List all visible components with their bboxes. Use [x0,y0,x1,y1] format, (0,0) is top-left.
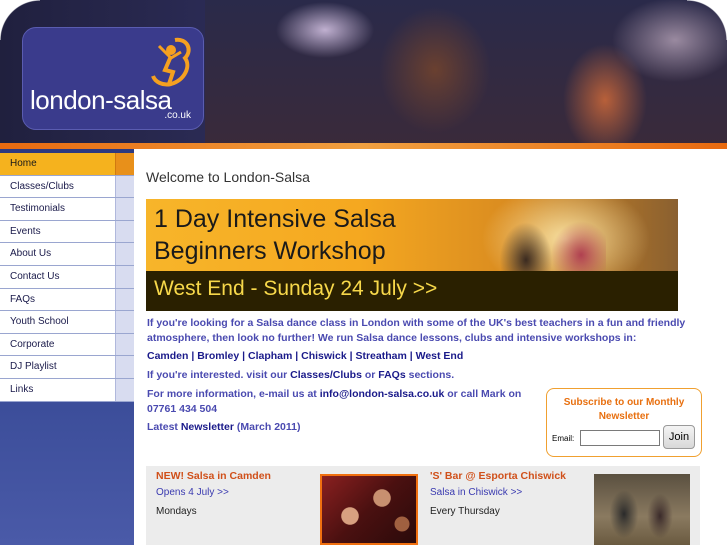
location-separator: | [406,350,416,362]
intro-text: If you're looking for a Salsa dance clas… [147,317,686,344]
site-logo[interactable]: london-salsa .co.uk [22,27,204,130]
nav-item-classes-clubs[interactable]: Classes/Clubs [0,175,134,199]
classes-clubs-link[interactable]: Classes/Clubs [290,369,362,381]
event-title[interactable]: NEW! Salsa in Camden [156,470,271,482]
interest-prefix: If you're interested. visit our [147,369,291,381]
page-title: Welcome to London-Salsa [146,169,310,185]
interest-mid: or [361,369,379,381]
newsletter-text: Latest Newsletter (March 2011) [147,420,301,435]
newsletter-link[interactable]: Newsletter [181,421,234,433]
event-photo[interactable] [320,474,418,545]
nav-item-contact-us[interactable]: Contact Us [0,265,134,289]
logo-domain: .co.uk [164,110,191,121]
workshop-banner[interactable]: 1 Day Intensive Salsa Beginners Workshop… [146,199,678,311]
event-title[interactable]: 'S' Bar @ Esporta Chiswick [430,470,566,482]
event-link[interactable]: Salsa in Chiswick >> [430,487,522,498]
event-day: Mondays [156,506,197,517]
location-link-bromley[interactable]: Bromley [197,350,239,362]
nav-item-dj-playlist[interactable]: DJ Playlist [0,356,134,379]
interest-suffix: sections. [405,369,455,381]
email-label: Email: [552,434,575,443]
subscribe-box: Subscribe to our Monthly Newsletter Emai… [546,388,702,457]
nav-item-home[interactable]: Home [0,153,134,176]
nav-item-testimonials[interactable]: Testimonials [0,198,134,221]
site-header: london-salsa .co.uk [0,0,727,146]
email-field[interactable] [580,430,660,446]
header-photo [205,0,727,146]
logo-text: london-salsa [30,85,172,115]
join-button[interactable]: Join [663,425,695,449]
location-links: Camden | Bromley | Clapham | Chiswick | … [147,349,463,364]
location-link-chiswick[interactable]: Chiswick [301,350,347,362]
banner-subheadline: Beginners Workshop [154,237,386,265]
subscribe-title: Subscribe to our Monthly Newsletter [563,397,685,422]
event-day: Every Thursday [430,506,500,517]
email-link[interactable]: info@london-salsa.co.uk [320,388,445,400]
event-photo[interactable] [594,474,690,545]
events-panel: NEW! Salsa in Camden Opens 4 July >> Mon… [146,466,700,545]
location-link-clapham[interactable]: Clapham [248,350,292,362]
location-link-streatham[interactable]: Streatham [355,350,406,362]
newsletter-suffix: (March 2011) [233,421,301,433]
contact-prefix: For more information, e-mail us at [147,388,320,400]
location-link-west-end[interactable]: West End [416,350,464,362]
interest-text: If you're interested. visit our Classes/… [147,368,454,383]
event-link[interactable]: Opens 4 July >> [156,487,229,498]
banner-headline: 1 Day Intensive Salsa [154,205,396,233]
nav-item-about-us[interactable]: About Us [0,243,134,266]
banner-date-link[interactable]: West End - Sunday 24 July >> [154,277,437,301]
header-corner [687,0,727,40]
location-separator: | [292,350,302,362]
contact-text: For more information, e-mail us at info@… [147,387,542,417]
location-separator: | [239,350,249,362]
location-link-camden[interactable]: Camden [147,350,188,362]
faqs-link[interactable]: FAQs [378,369,405,381]
main-nav: Home Classes/Clubs Testimonials Events About… [0,153,134,402]
nav-item-links[interactable]: Links [0,378,134,402]
dancer-logo-icon [151,37,191,87]
nav-item-youth-school[interactable]: Youth School [0,311,134,334]
nav-item-events[interactable]: Events [0,220,134,244]
nav-item-corporate[interactable]: Corporate [0,333,134,357]
newsletter-prefix: Latest [147,421,181,433]
location-separator: | [188,350,198,362]
nav-item-faqs[interactable]: FAQs [0,288,134,312]
